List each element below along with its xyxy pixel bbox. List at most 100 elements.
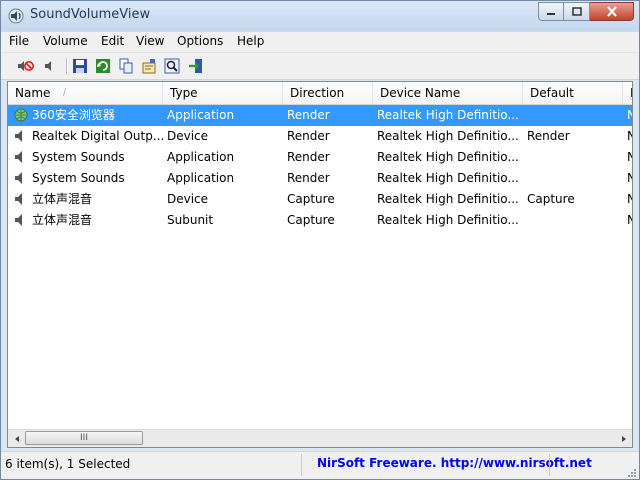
cell-name: 360安全浏览器: [32, 108, 115, 122]
column-header-type[interactable]: Type: [163, 82, 283, 104]
column-header-more[interactable]: M: [623, 82, 632, 104]
menu-help[interactable]: Help: [237, 34, 264, 48]
cell-direction: Capture: [287, 192, 335, 206]
title-bar[interactable]: SoundVolumeView: [1, 1, 639, 31]
cell-name: 立体声混音: [32, 213, 93, 227]
toolbar-separator: [66, 58, 68, 74]
cell-direction: Render: [287, 171, 330, 185]
copy-button[interactable]: [117, 57, 135, 75]
cell-device-name: Realtek High Definitio...: [377, 129, 519, 143]
cell-device-name: Realtek High Definitio...: [377, 150, 519, 164]
mute-button[interactable]: [17, 57, 35, 75]
exit-button[interactable]: [187, 57, 205, 75]
cell-default: Render: [527, 129, 570, 143]
status-bar: 6 item(s), 1 Selected NirSoft Freeware. …: [1, 451, 639, 479]
menu-edit[interactable]: Edit: [101, 34, 124, 48]
cell-type: Application: [167, 171, 235, 185]
column-header-device-name[interactable]: Device Name: [373, 82, 523, 104]
table-row[interactable]: System Sounds Application Render Realtek Hi…: [8, 168, 632, 189]
scroll-right-button[interactable]: [615, 430, 632, 447]
cell-type: Subunit: [167, 213, 214, 227]
scrollbar-thumb[interactable]: III: [25, 431, 143, 445]
right-arrow-icon: [621, 435, 626, 442]
cell-direction: Capture: [287, 213, 335, 227]
cell-name: System Sounds: [32, 171, 125, 185]
toolbar: [1, 52, 639, 80]
speaker-icon: [14, 150, 28, 164]
horizontal-scrollbar[interactable]: III: [8, 429, 632, 447]
sort-arrow-icon: /: [63, 88, 67, 98]
cell-more: N: [627, 126, 632, 147]
maximize-button[interactable]: [564, 2, 590, 21]
menu-bar: File Volume Edit View Options Help: [1, 31, 639, 52]
cell-name: Realtek Digital Outp...: [32, 129, 163, 143]
scroll-left-button[interactable]: [8, 430, 25, 447]
window-controls: [538, 2, 634, 21]
cell-device-name: Realtek High Definitio...: [377, 192, 519, 206]
table-row[interactable]: 360安全浏览器 Application Render Realtek High De…: [8, 105, 632, 126]
sound-items-list[interactable]: Name / Type Direction Device Name Defaul…: [7, 81, 633, 448]
exit-icon: [189, 59, 202, 73]
cell-default: [527, 147, 619, 168]
table-row[interactable]: 立体声混音 Device Capture Realtek High Definitio…: [8, 189, 632, 210]
unmute-button[interactable]: [41, 57, 59, 75]
browser-icon: [14, 108, 28, 122]
cell-type: Application: [167, 108, 235, 122]
cell-default: [527, 105, 619, 126]
speaker-icon: [14, 171, 28, 185]
speaker-icon: [14, 213, 28, 227]
cell-type: Application: [167, 150, 235, 164]
cell-device-name: Realtek High Definitio...: [377, 213, 519, 227]
sound-app-icon: [8, 8, 24, 24]
column-header-default[interactable]: Default: [523, 82, 623, 104]
properties-icon: [142, 59, 156, 74]
cell-device-name: Realtek High Definitio...: [377, 171, 519, 185]
save-button[interactable]: [71, 57, 89, 75]
cell-more: N: [627, 210, 632, 231]
column-header-direction[interactable]: Direction: [283, 82, 373, 104]
cell-more: N: [627, 168, 632, 189]
cell-default: [527, 210, 619, 231]
cell-more: N: [627, 105, 632, 126]
table-row[interactable]: 立体声混音 Subunit Capture Realtek High Definiti…: [8, 210, 632, 231]
cell-default: [527, 168, 619, 189]
unmute-icon: [45, 61, 51, 71]
table-row[interactable]: System Sounds Application Render Realtek Hi…: [8, 147, 632, 168]
speaker-icon: [14, 192, 28, 206]
menu-volume[interactable]: Volume: [43, 34, 88, 48]
status-item-count: 6 item(s), 1 Selected: [5, 457, 131, 471]
list-header: Name / Type Direction Device Name Defaul…: [8, 82, 632, 105]
cell-default: Capture: [527, 192, 575, 206]
menu-view[interactable]: View: [136, 34, 164, 48]
cell-direction: Render: [287, 108, 330, 122]
cell-direction: Render: [287, 129, 330, 143]
cell-more: N: [627, 189, 632, 210]
cell-direction: Render: [287, 150, 330, 164]
menu-file[interactable]: File: [9, 34, 29, 48]
app-window: SoundVolumeView File Volume Edit View Op…: [0, 0, 640, 480]
properties-button[interactable]: [140, 57, 158, 75]
speaker-icon: [14, 129, 28, 143]
column-header-name[interactable]: Name /: [8, 82, 163, 104]
nirsoft-link[interactable]: NirSoft Freeware. http://www.nirsoft.net: [317, 456, 592, 470]
menu-options[interactable]: Options: [177, 34, 223, 48]
minimize-button[interactable]: [538, 2, 564, 21]
status-divider: [549, 454, 550, 476]
resize-grip-icon[interactable]: [627, 468, 637, 478]
left-arrow-icon: [14, 435, 19, 442]
cell-device-name: Realtek High Definitio...: [377, 108, 519, 122]
find-button[interactable]: [163, 57, 181, 75]
refresh-icon: [96, 59, 110, 73]
save-icon: [73, 59, 87, 73]
find-icon: [164, 58, 180, 74]
copy-icon: [119, 58, 133, 74]
mute-icon: [18, 61, 34, 71]
refresh-button[interactable]: [94, 57, 112, 75]
cell-name: 立体声混音: [32, 192, 93, 206]
window-title: SoundVolumeView: [30, 7, 151, 22]
cell-type: Device: [167, 129, 209, 143]
cell-type: Device: [167, 192, 209, 206]
table-row[interactable]: Realtek Digital Outp... Device Render Realt…: [8, 126, 632, 147]
cell-name: System Sounds: [32, 150, 125, 164]
close-button[interactable]: [590, 2, 634, 21]
